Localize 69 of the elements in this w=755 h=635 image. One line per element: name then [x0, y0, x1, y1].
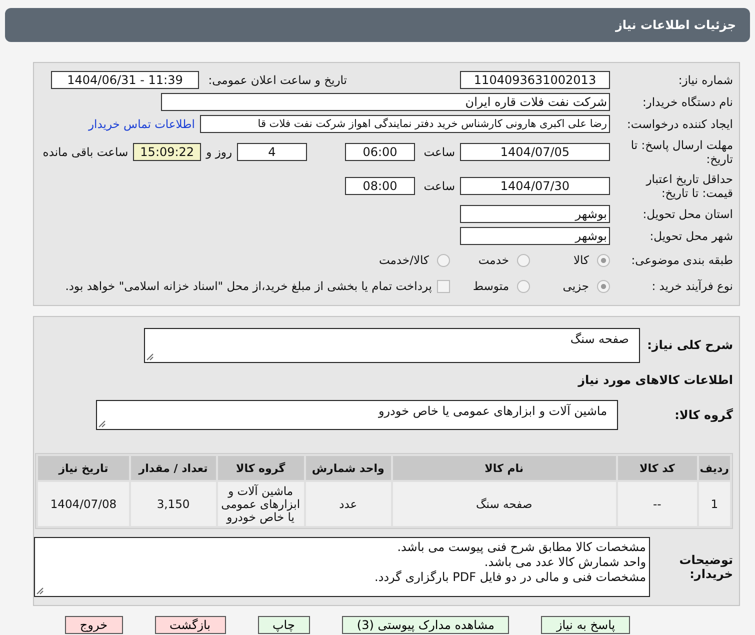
table-cell: صفحه سنگ — [392, 482, 616, 526]
field-label: استان محل تحویل: — [642, 207, 733, 221]
field-label: گروه کالا: — [674, 408, 733, 422]
field-label: طبقه بندی موضوعی: — [630, 253, 733, 267]
buyer-field: شرکت نفت فلات قاره ایران — [161, 93, 610, 111]
option-label: کالا — [573, 253, 589, 267]
goods-group-box[interactable]: ماشین آلات و ابزارهای عمومی یا خاص خودرو — [96, 400, 618, 430]
action-button[interactable]: پاسخ به نیاز — [541, 616, 630, 634]
announce-date-field: 1404/06/31 - 11:39 — [51, 71, 199, 89]
radio-button[interactable] — [517, 254, 530, 266]
resize-grip-icon[interactable] — [98, 420, 106, 428]
column-header: نام کالا — [392, 456, 616, 480]
field-label: شهر محل تحویل: — [648, 229, 733, 243]
radio-button[interactable] — [597, 280, 610, 292]
column-header: تاریخ نیاز — [38, 456, 129, 480]
field-label: ساعت باقی مانده — [42, 145, 128, 159]
radio-button[interactable] — [437, 254, 450, 266]
page-title: جزئیات اطلاعات نیاز — [615, 18, 736, 32]
checkbox[interactable] — [437, 280, 450, 292]
option-label: جزیی — [562, 279, 589, 293]
field-label: مهلت ارسال پاسخ: تا تاریخ: — [630, 138, 733, 166]
notes-box[interactable]: مشخصات کالا مطابق شرح فنی پیوست می باشد. واحد شمارش کالا عدد می باشد. مشخصات فنی و مالی در دو فایل PDF بارگزاری گردد. — [34, 537, 650, 597]
column-header: ردیف — [698, 456, 730, 480]
requester-field: رضا علی اکبری هارونی کارشناس خرید دفتر نمایندگی اهواز شرکت نفت فلات قا — [200, 115, 610, 133]
option-label: متوسط — [472, 279, 509, 293]
radio-button[interactable] — [597, 254, 610, 266]
delivery-field: بوشهر — [460, 205, 610, 223]
description-box[interactable]: صفحه سنگ — [144, 328, 640, 362]
field-label: ساعت — [422, 179, 455, 193]
field-label: نوع فرآیند خرید : — [650, 279, 733, 293]
table-cell: -- — [618, 482, 697, 526]
option-label: خدمت — [478, 253, 509, 267]
deadline-time-field: 06:00 — [345, 143, 415, 161]
action-button[interactable]: خروج — [64, 616, 122, 634]
column-header: تعداد / مقدار — [130, 456, 216, 480]
field-label: ساعت — [422, 145, 455, 159]
action-button[interactable]: مشاهده مدارک پیوستی (3) — [342, 616, 510, 634]
field-label: نام دستگاه خریدار: — [641, 95, 733, 109]
need-number-field: 1104093631002013 — [460, 71, 610, 89]
table-cell: 1 — [698, 482, 730, 526]
field-label: ایجاد کننده درخواست: — [626, 117, 733, 131]
table-cell: ماشین آلات و ابزارهای عمومی یا خاص خودرو — [218, 482, 304, 526]
delivery-field: بوشهر — [460, 227, 610, 245]
table-cell: عدد — [306, 482, 391, 526]
column-header: واحد شمارش — [306, 456, 391, 480]
table-cell: 3,150 — [130, 482, 216, 526]
action-button[interactable]: بازگشت — [154, 616, 226, 634]
resize-grip-icon[interactable] — [146, 352, 154, 360]
validity-time-field: 08:00 — [345, 177, 415, 195]
deadline-date-field: 1404/07/05 — [460, 143, 610, 161]
column-header: گروه کالا — [218, 456, 304, 480]
field-label: شماره نیاز: — [677, 73, 733, 87]
field-label: توضیحات خریدار: — [678, 553, 733, 581]
column-header: کد کالا — [618, 456, 697, 480]
section-heading: اطلاعات کالاهای مورد نیاز — [576, 372, 733, 389]
field-label: حداقل تاریخ اعتبار قیمت: تا تاریخ: — [644, 172, 733, 200]
option-label: کالا/خدمت — [378, 253, 429, 267]
validity-date-field: 1404/07/30 — [460, 177, 610, 195]
checkbox-label: پرداخت تمام یا بخشی از مبلغ خرید،از محل "اسناد خزانه اسلامی" خواهد بود. — [65, 279, 432, 293]
field-label: روز و — [206, 145, 232, 159]
field-label: تاریخ و ساعت اعلان عمومی: — [207, 73, 347, 87]
radio-button[interactable] — [517, 280, 530, 292]
days-field: 4 — [237, 143, 307, 161]
buyer-contact-link[interactable]: اطلاعات تماس خریدار — [88, 117, 195, 131]
resize-grip-icon[interactable] — [36, 587, 44, 595]
remaining-time-field: 15:09:22 — [133, 143, 202, 161]
table-cell: 1404/07/08 — [38, 482, 129, 526]
action-button[interactable]: چاپ — [258, 616, 310, 634]
field-label: شرح کلی نیاز: — [646, 338, 733, 352]
